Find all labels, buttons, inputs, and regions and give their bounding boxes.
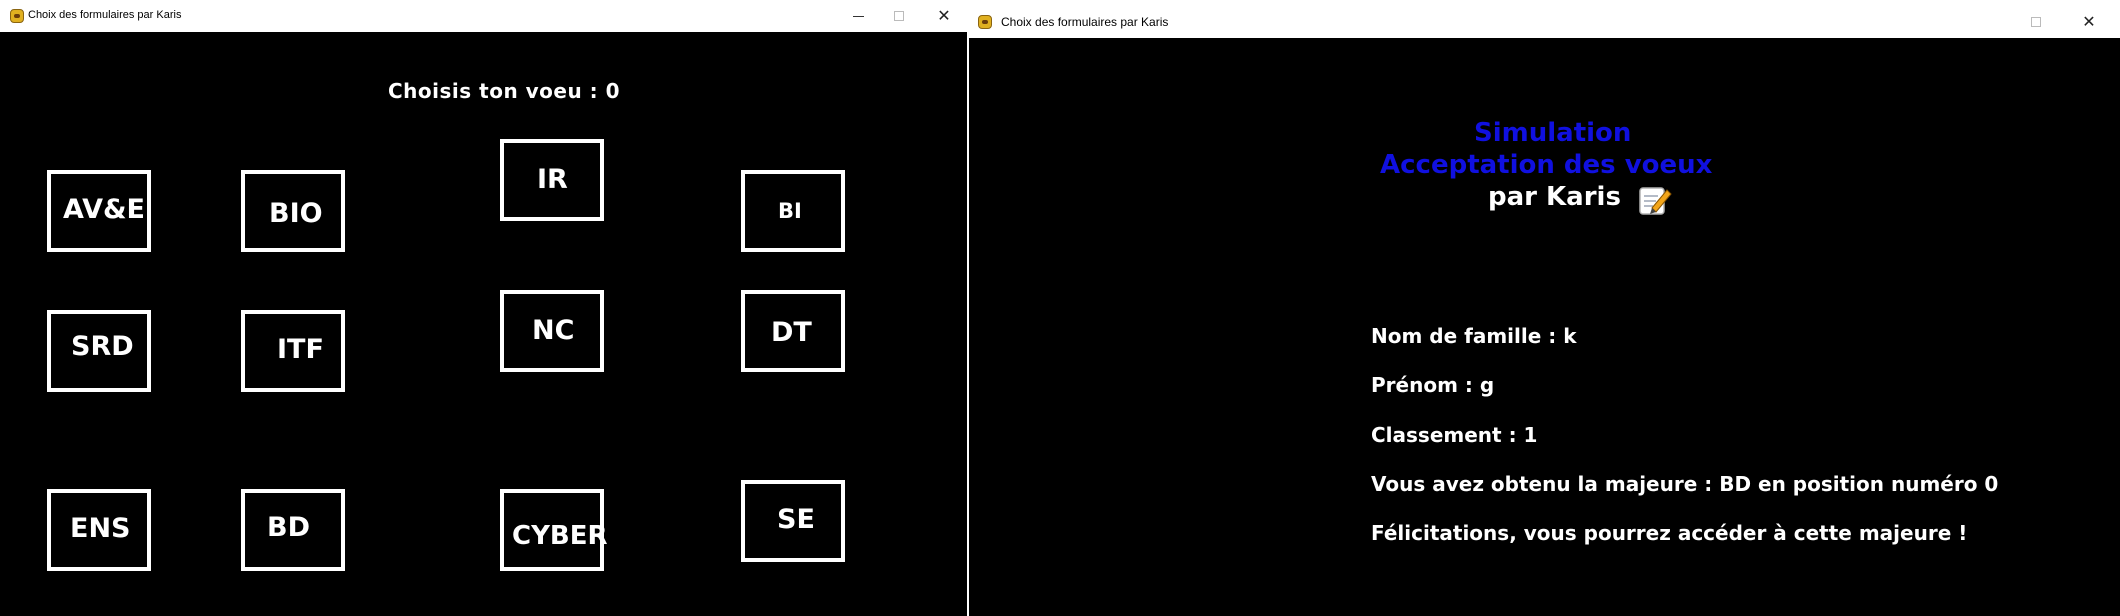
minimize-button[interactable]: [843, 6, 873, 26]
option-button-srd[interactable]: SRD: [47, 310, 151, 392]
title-bar[interactable]: Choix des formulaires par Karis ✕: [969, 0, 2120, 38]
app-icon: [10, 9, 24, 23]
app-icon: [978, 15, 992, 29]
last-name-line: Nom de famille : k: [1371, 324, 1577, 348]
option-button-bio[interactable]: BIO: [241, 170, 345, 252]
window-title: Choix des formulaires par Karis: [1001, 15, 1169, 29]
option-label: AV&E: [63, 194, 145, 225]
choice-prompt: Choisis ton voeu : 0: [388, 79, 621, 103]
option-label: CYBER: [512, 521, 608, 551]
maximize-icon: [894, 11, 904, 21]
option-button-nc[interactable]: NC: [500, 290, 604, 372]
title-bar[interactable]: Choix des formulaires par Karis ✕: [0, 0, 967, 32]
close-icon: ✕: [937, 6, 951, 25]
simulation-heading: Simulation: [1474, 118, 1632, 148]
option-label: SE: [777, 504, 815, 535]
option-label: ENS: [70, 513, 131, 544]
option-button-ir[interactable]: IR: [500, 139, 604, 221]
option-label: ITF: [277, 334, 324, 365]
option-button-itf[interactable]: ITF: [241, 310, 345, 392]
minimize-icon: [852, 15, 864, 17]
congratulations-line: Félicitations, vous pourrez accéder à ce…: [1371, 521, 1968, 545]
window-title: Choix des formulaires par Karis: [28, 9, 182, 21]
ranking-line: Classement : 1: [1371, 423, 1538, 447]
option-button-ave[interactable]: AV&E: [47, 170, 151, 252]
close-icon: ✕: [2082, 12, 2096, 31]
author-line: par Karis: [1488, 182, 1621, 212]
option-button-se[interactable]: SE: [741, 480, 845, 562]
result-line: Vous avez obtenu la majeure : BD en posi…: [1371, 472, 1999, 496]
option-label: DT: [771, 317, 812, 348]
option-button-bd[interactable]: BD: [241, 489, 345, 571]
option-label: BD: [267, 512, 310, 543]
close-button[interactable]: ✕: [2074, 12, 2104, 32]
maximize-icon: [2031, 17, 2041, 27]
option-button-bi[interactable]: BI: [741, 170, 845, 252]
maximize-button[interactable]: [2021, 12, 2051, 32]
choice-window: Choix des formulaires par Karis ✕ Choisi…: [0, 0, 967, 616]
acceptance-heading: Acceptation des voeux: [1380, 150, 1713, 180]
maximize-button[interactable]: [884, 6, 914, 26]
option-label: NC: [532, 315, 575, 346]
option-button-ens[interactable]: ENS: [47, 489, 151, 571]
close-button[interactable]: ✕: [929, 6, 959, 26]
first-name-line: Prénom : g: [1371, 373, 1495, 397]
memo-icon: [1639, 187, 1672, 215]
option-button-dt[interactable]: DT: [741, 290, 845, 372]
option-button-cyber[interactable]: CYBER: [500, 489, 608, 571]
option-label: SRD: [71, 331, 134, 362]
option-label: BI: [778, 199, 802, 223]
option-label: IR: [537, 164, 568, 195]
option-label: BIO: [269, 198, 323, 229]
